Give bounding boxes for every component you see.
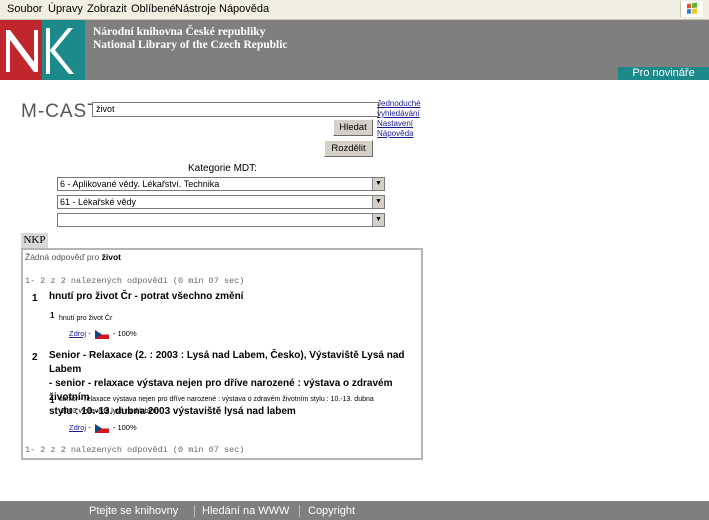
category-select-1[interactable]: 6 - Aplikované vědy. Lékařství. Technika…: [57, 177, 385, 191]
result-title[interactable]: hnutí pro život Čr - potrat všechno změn…: [49, 290, 243, 304]
result-title-line: Senior - Relaxace (2. : 2003 : Lysá nad …: [49, 350, 405, 375]
search-button[interactable]: Hledat: [333, 119, 373, 136]
category-select-2[interactable]: 61 - Lékařské vědy ▼: [57, 195, 385, 209]
sub-result-text: hnutí pro život Čr: [59, 315, 113, 322]
sub-result-line: 2003 výstaviště lysá nad labem: [61, 408, 159, 415]
side-links: Jednoduché vyhledávání Nastavení Nápověd…: [377, 99, 421, 139]
czech-flag-icon: [94, 423, 109, 433]
footer-divider: [194, 505, 195, 517]
help-link[interactable]: Nápověda: [377, 129, 421, 139]
footer-web-search[interactable]: Hledání na WWW: [202, 505, 289, 517]
score-separator: -: [112, 423, 116, 432]
search-input[interactable]: život: [92, 102, 379, 117]
source-link[interactable]: Zdroj: [69, 329, 86, 338]
nk-logo-icon[interactable]: [0, 20, 85, 80]
czech-flag-icon: [94, 329, 109, 339]
windows-logo-icon: [680, 1, 703, 17]
sub-result-number: 1: [50, 396, 55, 405]
result-number: 2: [32, 352, 38, 363]
simple-search-link[interactable]: Jednoduché vyhledávání: [377, 99, 421, 119]
page-title: M-CAST: [21, 101, 100, 122]
result-source: Zdroj - - 100%: [69, 329, 137, 339]
result-count-bottom: 1- 2 z 2 nalezených odpovědí (0 min 07 s…: [25, 445, 245, 455]
footer-copyright[interactable]: Copyright: [308, 505, 355, 517]
menu-file[interactable]: Soubor: [7, 3, 42, 15]
source-separator: -: [88, 329, 91, 338]
settings-link[interactable]: Nastavení: [377, 119, 421, 129]
result-number: 1: [32, 293, 38, 304]
dropdown-arrow-icon[interactable]: ▼: [372, 178, 384, 190]
library-name-en: National Library of the Czech Republic: [93, 39, 288, 51]
footer-ask-library[interactable]: Ptejte se knihovny: [89, 505, 178, 517]
library-name: Národní knihovna České republiky Nationa…: [93, 26, 288, 52]
no-result-message: Žádná odpověď pro život: [25, 252, 121, 262]
category-select-1-value: 6 - Aplikované vědy. Lékařství. Technika: [60, 179, 220, 189]
menu-edit[interactable]: Úpravy: [48, 3, 83, 15]
result-source: Zdroj - - 100%: [69, 423, 137, 433]
menu-view[interactable]: Zobrazit: [87, 3, 127, 15]
sub-result-text: senior - relaxace výstava nejen pro dřív…: [59, 394, 374, 418]
menu-favorites[interactable]: Oblíbené: [131, 3, 176, 15]
sub-result-line: senior - relaxace výstava nejen pro dřív…: [59, 396, 374, 403]
source-separator: -: [88, 423, 91, 432]
dropdown-arrow-icon[interactable]: ▼: [372, 214, 384, 226]
press-tab[interactable]: Pro novináře: [618, 67, 709, 80]
split-button[interactable]: Rozdělit: [324, 140, 373, 157]
menu-bar: Soubor Úpravy Zobrazit Oblíbené Nástroje…: [0, 0, 709, 20]
source-link[interactable]: Zdroj: [69, 423, 86, 432]
result-count-top: 1- 2 z 2 nalezených odpovědí (0 min 07 s…: [25, 276, 245, 286]
no-result-prefix: Žádná odpověď pro: [25, 252, 100, 262]
site-footer: Ptejte se knihovny Hledání na WWW Copyri…: [0, 501, 709, 520]
score-separator: -: [112, 329, 116, 338]
no-result-term: život: [101, 252, 121, 262]
sub-result-number: 1: [50, 311, 55, 320]
tab-nkp[interactable]: NKP: [21, 233, 48, 248]
result-score: 100%: [117, 423, 137, 432]
footer-divider: [299, 505, 300, 517]
category-label: Kategorie MDT:: [188, 163, 257, 174]
dropdown-arrow-icon[interactable]: ▼: [372, 196, 384, 208]
result-score: 100%: [117, 329, 137, 338]
library-name-cz: Národní knihovna České republiky: [93, 26, 266, 38]
results-panel: Žádná odpověď pro život 1- 2 z 2 nalezen…: [21, 248, 423, 460]
menu-help[interactable]: Nápověda: [219, 3, 269, 15]
category-select-2-value: 61 - Lékařské vědy: [60, 197, 137, 207]
category-select-3[interactable]: ▼: [57, 213, 385, 227]
menu-tools[interactable]: Nástroje: [175, 3, 216, 15]
